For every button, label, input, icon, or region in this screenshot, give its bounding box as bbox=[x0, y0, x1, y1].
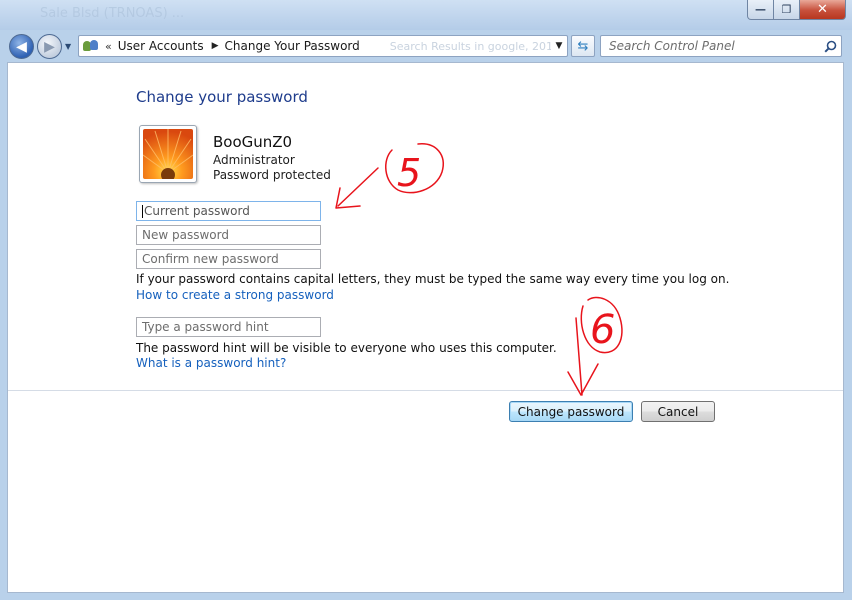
address-ghost-text: Search Results in google, 2011/0/01 bbox=[389, 39, 551, 53]
content-area: Change your password BooGunZ0 Administra… bbox=[7, 62, 844, 593]
strong-password-link[interactable]: How to create a strong password bbox=[136, 288, 334, 302]
password-hint-link[interactable]: What is a password hint? bbox=[136, 356, 286, 370]
refresh-button[interactable]: ⇆ bbox=[571, 35, 595, 57]
back-button[interactable]: ◀ bbox=[9, 34, 34, 59]
background-window-title: Sale Blsd (TRNOAS) ... bbox=[40, 6, 185, 21]
flower-picture-icon bbox=[143, 129, 193, 179]
user-accounts-icon bbox=[82, 38, 100, 54]
address-bar[interactable]: « User Accounts ▶ Change Your Password S… bbox=[78, 35, 568, 57]
user-avatar bbox=[139, 125, 197, 183]
user-role: Administrator bbox=[213, 153, 295, 167]
password-hint-field[interactable]: Type a password hint bbox=[136, 317, 321, 337]
search-box[interactable]: Search Control Panel bbox=[600, 35, 842, 57]
confirm-password-placeholder: Confirm new password bbox=[142, 252, 279, 266]
window-controls: — ❐ ✕ bbox=[747, 0, 846, 20]
forward-arrow-icon: ▶ bbox=[44, 38, 55, 55]
password-hint-placeholder: Type a password hint bbox=[142, 320, 269, 334]
user-password-status: Password protected bbox=[213, 168, 331, 182]
recent-pages-dropdown[interactable]: ▼ bbox=[65, 42, 71, 51]
current-password-field[interactable]: Current password bbox=[136, 201, 321, 221]
capital-letters-note: If your password contains capital letter… bbox=[136, 272, 730, 286]
current-password-placeholder: Current password bbox=[144, 204, 250, 218]
address-dropdown-icon[interactable]: ▼ bbox=[551, 41, 567, 51]
breadcrumb-change-your-password[interactable]: Change Your Password bbox=[225, 39, 360, 53]
text-caret bbox=[142, 204, 143, 218]
divider bbox=[8, 390, 843, 391]
forward-button[interactable]: ▶ bbox=[37, 34, 62, 59]
confirm-password-field[interactable]: Confirm new password bbox=[136, 249, 321, 269]
user-name: BooGunZ0 bbox=[213, 133, 293, 151]
close-button[interactable]: ✕ bbox=[800, 0, 846, 20]
new-password-placeholder: New password bbox=[142, 228, 229, 242]
navigation-bar: ◀ ▶ ▼ « User Accounts ▶ Change Your Pass… bbox=[0, 30, 852, 62]
change-password-button[interactable]: Change password bbox=[509, 401, 633, 422]
breadcrumb-overflow-button[interactable]: « bbox=[105, 40, 112, 53]
back-arrow-icon: ◀ bbox=[16, 38, 27, 55]
search-icon[interactable] bbox=[819, 40, 841, 53]
minimize-button[interactable]: — bbox=[747, 0, 774, 20]
page-title: Change your password bbox=[136, 88, 308, 106]
refresh-icon: ⇆ bbox=[577, 38, 589, 54]
new-password-field[interactable]: New password bbox=[136, 225, 321, 245]
hint-visibility-note: The password hint will be visible to eve… bbox=[136, 341, 557, 355]
title-bar: Sale Blsd (TRNOAS) ... — ❐ ✕ bbox=[0, 0, 852, 30]
search-input[interactable]: Search Control Panel bbox=[609, 39, 819, 53]
breadcrumb-user-accounts[interactable]: User Accounts bbox=[118, 39, 204, 53]
maximize-button[interactable]: ❐ bbox=[774, 0, 800, 20]
cancel-button[interactable]: Cancel bbox=[641, 401, 715, 422]
breadcrumb-separator-icon[interactable]: ▶ bbox=[212, 41, 219, 51]
